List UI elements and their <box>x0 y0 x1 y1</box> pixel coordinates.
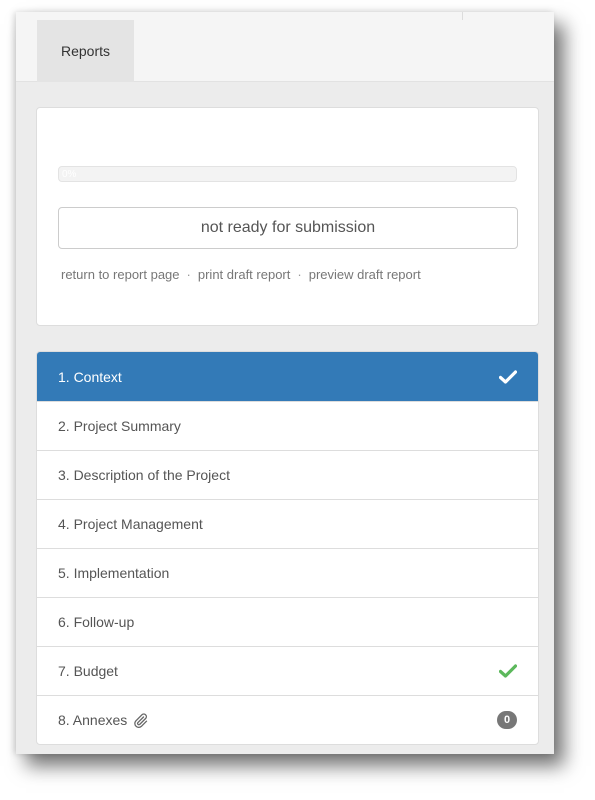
section-item-follow-up[interactable]: 6. Follow-up <box>37 597 538 646</box>
section-label-wrap: 8. Annexes <box>58 712 148 728</box>
section-label: 8. Annexes <box>58 712 128 728</box>
progress-label: 0% <box>62 169 77 180</box>
section-label: 1. Context <box>58 368 122 385</box>
print-draft-report-link[interactable]: print draft report <box>195 267 294 282</box>
tab-reports-label: Reports <box>60 43 111 59</box>
section-item-implementation[interactable]: 5. Implementation <box>37 548 538 597</box>
section-item-budget[interactable]: 7. Budget <box>37 646 538 695</box>
submission-status-text: not ready for submission <box>200 219 376 236</box>
section-label: 4. Project Management <box>58 516 203 532</box>
section-label-wrap: 1. Context <box>58 369 122 385</box>
link-separator: · <box>186 267 191 282</box>
annexes-count-badge: 0 <box>497 711 517 729</box>
section-label: 3. Description of the Project <box>58 467 230 483</box>
section-label-wrap: 2. Project Summary <box>58 418 181 434</box>
section-label: 5. Implementation <box>58 565 170 581</box>
paperclip-icon <box>134 713 148 728</box>
section-label: 6. Follow-up <box>58 614 135 630</box>
section-item-project-summary[interactable]: 2. Project Summary <box>37 401 538 450</box>
section-label-wrap: 5. Implementation <box>58 565 169 581</box>
report-sections-list: 1. Context 2. Project Summary 3. Descrip… <box>36 351 539 745</box>
link-separator: · <box>297 267 302 282</box>
tab-reports[interactable]: Reports <box>37 20 134 82</box>
check-icon <box>499 664 517 678</box>
progress-bar: 0% <box>58 166 517 182</box>
report-window: Reports 0% not ready for submission retu… <box>16 12 554 754</box>
section-label-wrap: 4. Project Management <box>58 516 203 532</box>
top-bar-divider <box>462 12 463 20</box>
report-status-panel: 0% not ready for submission return to re… <box>36 107 539 326</box>
section-label-wrap: 7. Budget <box>58 663 118 679</box>
section-item-project-management[interactable]: 4. Project Management <box>37 499 538 548</box>
section-label-wrap: 6. Follow-up <box>58 614 134 630</box>
section-item-context[interactable]: 1. Context <box>37 352 538 401</box>
section-label-wrap: 3. Description of the Project <box>58 467 230 483</box>
top-bar: Reports <box>16 12 554 82</box>
section-label: 2. Project Summary <box>58 418 181 434</box>
report-links: return to report page · print draft report… <box>58 264 508 285</box>
section-label: 7. Budget <box>58 663 118 679</box>
return-to-report-link[interactable]: return to report page <box>58 267 183 282</box>
submission-status-button[interactable]: not ready for submission <box>58 207 518 249</box>
preview-draft-report-link[interactable]: preview draft report <box>306 267 424 282</box>
section-item-description[interactable]: 3. Description of the Project <box>37 450 538 499</box>
check-icon <box>499 369 517 384</box>
section-item-annexes[interactable]: 8. Annexes 0 <box>37 695 538 744</box>
